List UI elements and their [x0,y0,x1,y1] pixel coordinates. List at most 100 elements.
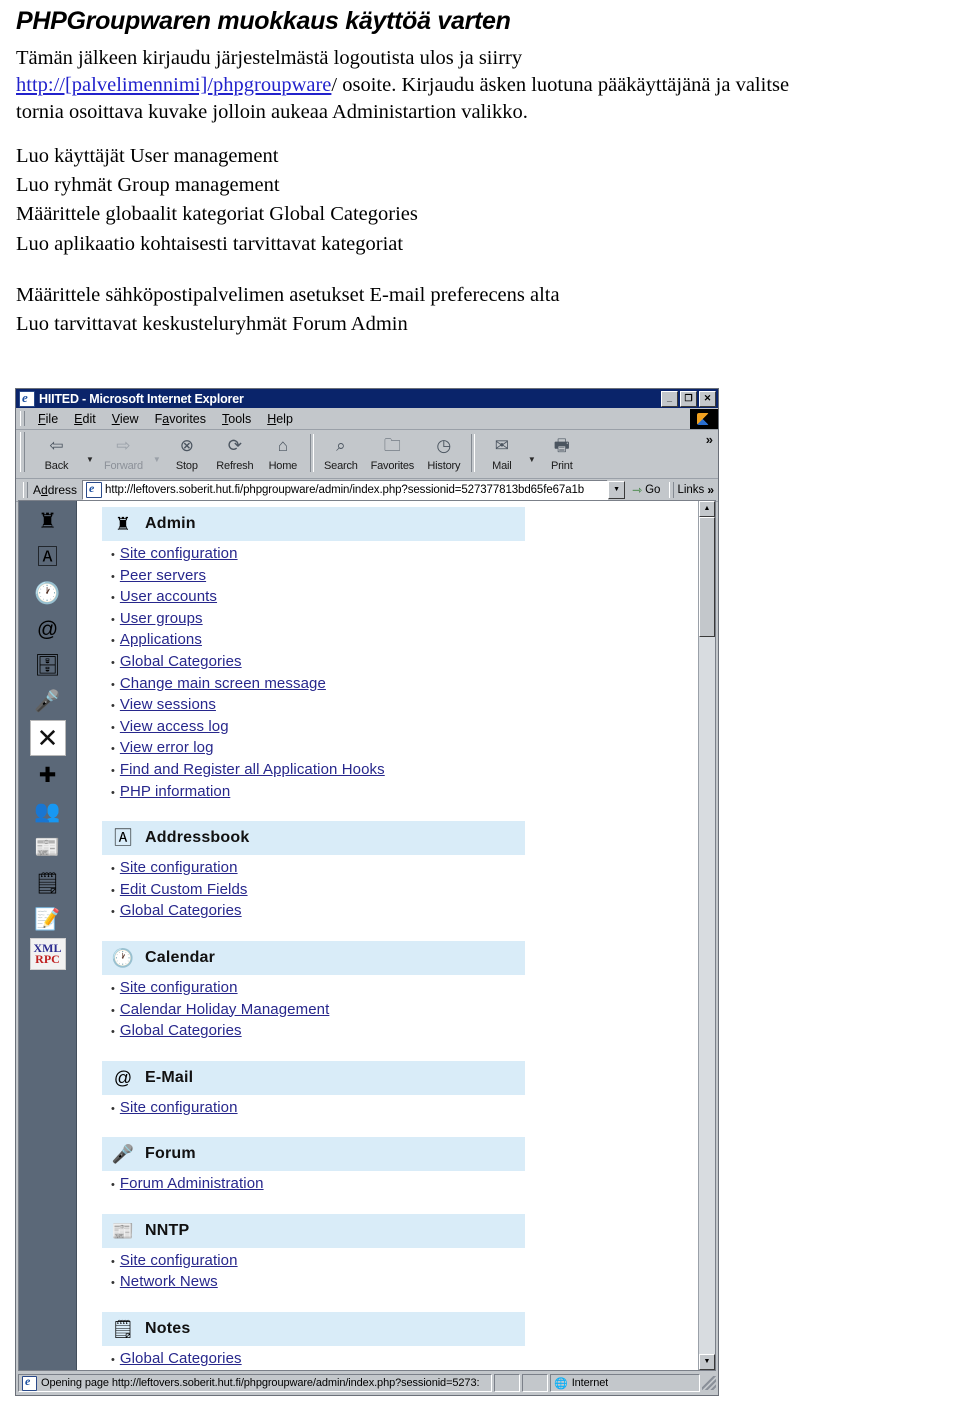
go-button[interactable]: ⇾ Go [626,483,666,497]
maximize-button[interactable]: ❐ [680,390,697,407]
stop-button[interactable]: ⊗ Stop [163,432,211,474]
list-item[interactable]: • Calendar Holiday Management [111,1000,715,1022]
menu-item-view[interactable]: View [104,411,147,427]
favorites-button[interactable]: 🗀 Favorites [365,432,420,474]
calendar-link[interactable]: Global Categories [120,1021,242,1041]
print-button[interactable]: 🖶 Print [538,432,586,474]
nntp-link[interactable]: Network News [120,1272,218,1292]
forward-button[interactable]: ⇨ Forward [96,432,151,474]
list-item[interactable]: • Global Categories [111,1349,715,1370]
calendar-link[interactable]: Calendar Holiday Management [120,1000,330,1020]
list-item[interactable]: • User accounts [111,587,715,609]
notes-link[interactable]: Global Categories [120,1349,242,1369]
list-item[interactable]: • Global Categories [111,901,715,923]
list-item[interactable]: • Forum Administration [111,1174,715,1196]
menu-item-file[interactable]: FFileile [30,411,66,427]
scroll-thumb[interactable] [699,517,715,637]
list-item[interactable]: • Edit Custom Fields [111,880,715,902]
search-button[interactable]: ⌕ Search [317,432,365,474]
sidebar-icon-projects[interactable]: 👥 [28,794,68,828]
address-dropdown-button[interactable]: ▼ [608,481,626,499]
mail-dropdown-caret-icon[interactable]: ▼ [528,447,536,464]
menu-item-help[interactable]: Help [259,411,301,427]
email-link[interactable]: Site configuration [120,1098,238,1118]
list-item[interactable]: • Site configuration [111,1098,715,1120]
addressbook-link[interactable]: Edit Custom Fields [120,880,248,900]
list-item[interactable]: • User groups [111,609,715,631]
admin-link[interactable]: Find and Register all Application Hooks [120,760,385,780]
addressbar-grip[interactable] [23,482,28,498]
window-resize-grip[interactable] [702,1376,716,1390]
admin-link[interactable]: User accounts [120,587,217,607]
admin-link[interactable]: View access log [120,717,229,737]
list-item[interactable]: • View access log [111,717,715,739]
admin-link[interactable]: User groups [120,609,203,629]
close-button[interactable]: ✕ [699,390,716,407]
bullet-icon: • [111,700,115,713]
admin-link[interactable]: Peer servers [120,566,206,586]
list-item[interactable]: • Find and Register all Application Hooks [111,760,715,782]
admin-link[interactable]: View error log [120,738,214,758]
sidebar-icon-notes[interactable]: 🗒 [28,866,68,900]
links-grip[interactable] [669,482,675,498]
address-input[interactable]: http://leftovers.soberit.hut.fi/phpgroup… [82,480,609,500]
menu-item-tools[interactable]: Tools [214,411,259,427]
home-button[interactable]: ⌂ Home [259,432,307,474]
forum-link[interactable]: Forum Administration [120,1174,264,1194]
links-chevron-icon[interactable]: » [707,483,714,497]
sidebar-icon-email[interactable]: @ [28,612,68,646]
list-item[interactable]: • Site configuration [111,978,715,1000]
globe-icon: 🌐 [554,1377,568,1390]
back-button[interactable]: ⇦ Back [29,432,84,474]
forward-dropdown-caret-icon[interactable]: ▼ [153,447,161,464]
menubar-grip[interactable] [20,411,25,426]
list-item[interactable]: • View sessions [111,695,715,717]
mail-button[interactable]: ✉ Mail [478,432,526,474]
menu-item-edit[interactable]: Edit [66,411,104,427]
list-item[interactable]: • Site configuration [111,858,715,880]
list-item[interactable]: • Global Categories [111,652,715,674]
back-dropdown-caret-icon[interactable]: ▼ [86,447,94,464]
minimize-button[interactable]: _ [661,390,678,407]
admin-link[interactable]: Change main screen message [120,674,326,694]
admin-link[interactable]: Applications [120,630,202,650]
sidebar-icon-xmlrpc[interactable]: XML RPC [29,938,66,970]
admin-link[interactable]: Global Categories [120,652,242,672]
admin-link[interactable]: PHP information [120,782,230,802]
sidebar-icon-addressbook[interactable]: 🄰 [28,540,68,574]
sidebar-icon-forum[interactable]: 🎤 [28,684,68,718]
addressbook-link[interactable]: Global Categories [120,901,242,921]
scroll-track[interactable] [699,637,715,1354]
page-vertical-scrollbar[interactable]: ▲ ▼ [698,501,715,1370]
addressbook-link[interactable]: Site configuration [120,858,238,878]
refresh-button[interactable]: ⟳ Refresh [211,432,259,474]
menu-item-favorites[interactable]: Favorites [147,411,214,427]
sidebar-icon-broken-image[interactable]: ✕ [29,720,66,756]
phpgroupware-url-link[interactable]: http://[palvelimennimi]/phpgroupware [16,74,331,96]
nntp-link[interactable]: Site configuration [120,1251,238,1271]
sidebar-icon-nntp[interactable]: 📰 [28,830,68,864]
history-button[interactable]: ◷ History [420,432,468,474]
list-item[interactable]: • Change main screen message [111,674,715,696]
list-item[interactable]: • PHP information [111,782,715,804]
links-label[interactable]: Links [677,484,704,496]
list-item[interactable]: • Site configuration [111,544,715,566]
calendar-link[interactable]: Site configuration [120,978,238,998]
list-item[interactable]: • Peer servers [111,566,715,588]
toolbar-overflow-chevron-icon[interactable]: » [706,432,718,447]
sidebar-icon-headlines[interactable]: ✚ [28,758,68,792]
list-item[interactable]: • Network News [111,1272,715,1294]
admin-link[interactable]: View sessions [120,695,216,715]
toolbar-grip[interactable] [20,432,25,472]
sidebar-icon-calendar[interactable]: 🕐 [28,576,68,610]
sidebar-icon-admin[interactable]: ♜ [28,504,68,538]
sidebar-icon-todo[interactable]: 📝 [28,902,68,936]
sidebar-icon-filemanager[interactable]: 🗄 [28,648,68,682]
list-item[interactable]: • Global Categories [111,1021,715,1043]
list-item[interactable]: • View error log [111,738,715,760]
admin-link[interactable]: Site configuration [120,544,238,564]
scroll-up-button[interactable]: ▲ [699,501,715,517]
list-item[interactable]: • Site configuration [111,1251,715,1273]
scroll-down-button[interactable]: ▼ [699,1354,715,1370]
list-item[interactable]: • Applications [111,630,715,652]
